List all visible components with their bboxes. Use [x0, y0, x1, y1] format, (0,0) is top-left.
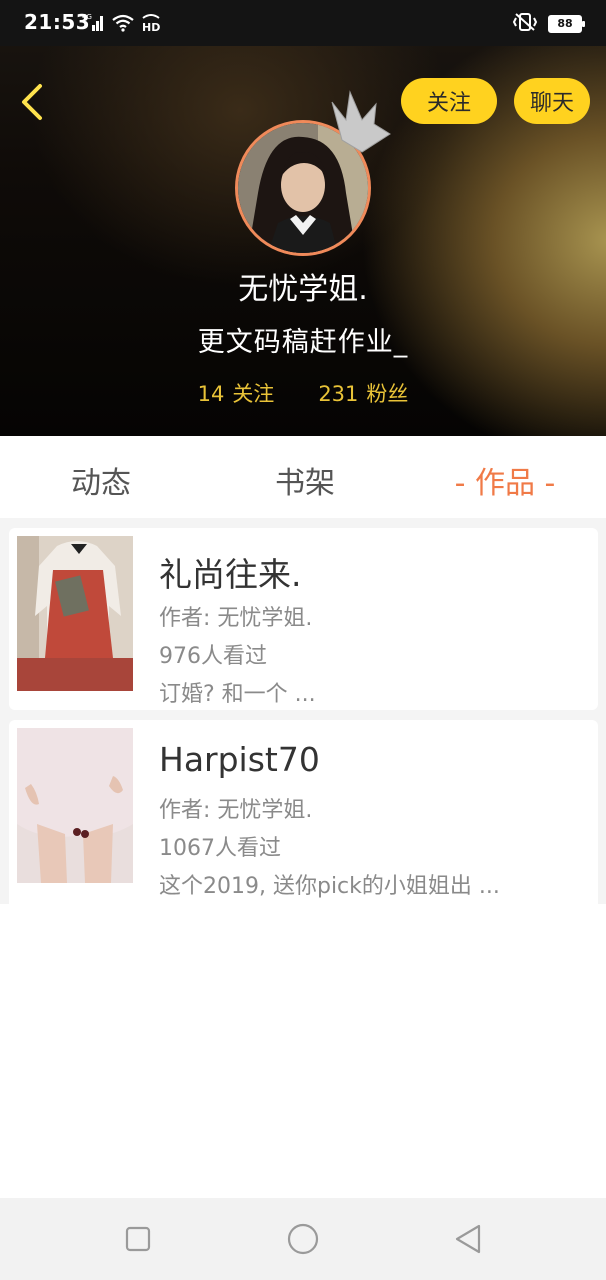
- work-title: Harpist70: [159, 740, 320, 779]
- follow-button[interactable]: 关注: [401, 78, 497, 124]
- chat-button[interactable]: 聊天: [514, 78, 590, 124]
- list-item[interactable]: Harpist70 作者: 无忧学姐. 1067人看过 这个2019, 送你pi…: [9, 720, 598, 904]
- battery-indicator: 88: [548, 15, 585, 33]
- system-nav-bar: [0, 1198, 606, 1280]
- triangle-back-icon: [455, 1224, 481, 1254]
- circle-icon: [287, 1223, 319, 1255]
- home-button[interactable]: [286, 1222, 320, 1256]
- work-description: 这个2019, 送你pick的小姐姐出 ...: [159, 874, 500, 899]
- network-type: 4G: [82, 13, 92, 21]
- recent-apps-button[interactable]: [121, 1222, 155, 1256]
- profile-signature: 更文码稿赶作业_: [197, 327, 409, 358]
- list-item[interactable]: 礼尚往来. 作者: 无忧学姐. 976人看过 订婚? 和一个 ...: [9, 528, 598, 710]
- followers-stat[interactable]: 231 粉丝: [318, 378, 408, 408]
- tab-bookshelf[interactable]: 书架: [270, 458, 340, 501]
- status-bar: 21:53 4G HD 88: [0, 0, 606, 46]
- square-icon: [125, 1226, 151, 1252]
- profile-nickname: 无忧学姐.: [238, 272, 368, 307]
- hd-label: HD: [142, 21, 160, 32]
- following-label: 关注: [232, 382, 275, 406]
- cellular-signal-icon: 4G: [82, 12, 106, 36]
- followers-label: 粉丝: [366, 382, 409, 406]
- work-author: 作者: 无忧学姐.: [159, 798, 313, 823]
- following-stat[interactable]: 14 关注: [198, 378, 275, 408]
- wifi-icon: [112, 14, 134, 36]
- followers-count: 231: [318, 382, 359, 406]
- status-icons-right: 88: [512, 12, 585, 36]
- work-title: 礼尚往来.: [159, 555, 302, 594]
- works-list: 礼尚往来. 作者: 无忧学姐. 976人看过 订婚? 和一个 ... Harpi…: [0, 518, 606, 904]
- work-cover-image: [17, 536, 133, 691]
- work-views: 1067人看过: [159, 836, 281, 861]
- work-views: 976人看过: [159, 644, 267, 669]
- profile-stats: 14 关注 231 粉丝: [0, 378, 606, 408]
- profile-header: 21:53 4G HD 88 关注 聊天 无忧学姐. 更文码稿赶作业_ 14 关…: [0, 0, 606, 436]
- work-description: 订婚? 和一个 ...: [159, 682, 316, 707]
- status-icons-left: 4G HD: [82, 12, 162, 36]
- profile-tabs: 动态 书架 - 作品 -: [0, 436, 606, 528]
- hd-icon: HD: [140, 12, 162, 36]
- tab-works[interactable]: - 作品 -: [434, 458, 576, 501]
- back-button[interactable]: [12, 78, 52, 126]
- vibrate-icon: [512, 12, 538, 36]
- following-count: 14: [197, 382, 225, 406]
- back-nav-button[interactable]: [451, 1222, 485, 1256]
- crown-icon: [326, 90, 396, 154]
- tab-dynamics[interactable]: 动态: [66, 458, 136, 501]
- status-time: 21:53: [24, 10, 91, 34]
- work-author: 作者: 无忧学姐.: [159, 606, 313, 631]
- chevron-left-icon: [22, 84, 42, 120]
- work-cover-image: [17, 728, 133, 883]
